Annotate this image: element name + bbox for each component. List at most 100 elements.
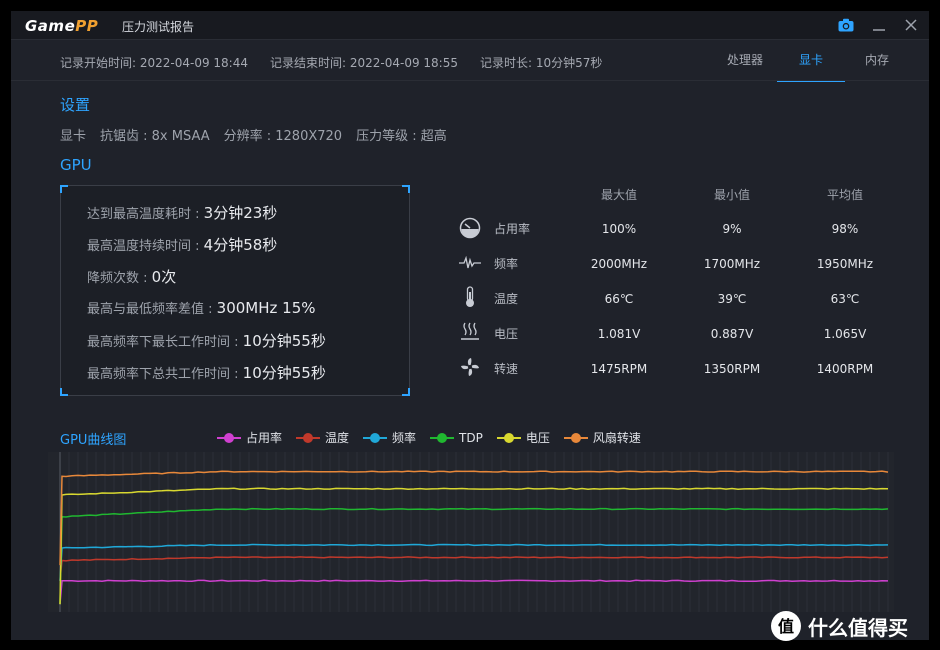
frequency-wave-icon [458,251,482,275]
setting-antialiasing: 抗锯齿 : 8x MSAA [100,129,210,144]
gamepp-logo: GamePP [25,17,98,35]
legend-label: 频率 [392,431,417,445]
header-max: 最大值 [600,188,637,202]
frequency-max: 2000MHz [590,257,648,271]
usage-min: 9% [722,222,742,236]
legend-label: 占用率 [246,431,283,445]
stat-value: 3分钟23秒 [203,204,278,222]
gpu-curve-chart [48,452,894,612]
header-divider [11,80,929,81]
watermark-logo-icon: 值 [771,611,801,641]
fan-speed-min: 1350RPM [703,362,761,376]
legend-marker [430,432,455,444]
window-title: 压力测试报告 [122,20,195,34]
legend-marker [496,432,521,444]
setting-resolution: 分辨率 : 1280X720 [223,129,343,144]
minimize-icon[interactable] [869,15,889,35]
stat-label: 降频次数 : [87,271,152,286]
legend-marker [563,432,588,444]
thermometer-icon [458,285,482,309]
stat-value: 300MHz 15% [216,299,316,317]
legend-marker [363,432,388,444]
legend-marker [296,432,321,444]
tab-memory[interactable]: 内存 [843,51,911,82]
setting-gpu: 显卡 [60,129,87,144]
legend-label: TDP [459,430,483,445]
legend-marker [217,432,241,444]
fan-icon [458,355,482,379]
stat-value: 10分钟55秒 [242,332,326,350]
frequency-avg: 1950MHz [816,257,874,271]
stat-label: 达到最高温度耗时 : [87,207,204,222]
metric-label-voltage: 电压 [494,327,519,341]
screenshot-camera-icon[interactable] [836,15,856,35]
metric-label-temperature: 温度 [494,292,519,306]
setting-stress-level: 压力等级 : 超高 [356,129,447,144]
box-corner [402,388,410,396]
stat-time-to-max-temp: 达到最高温度耗时 : 3分钟23秒 [87,202,277,223]
box-corner [402,185,410,193]
stat-label: 最高频率下最长工作时间 : [87,335,243,350]
box-corner [60,185,68,193]
chart-plot-area [48,452,894,612]
logo-part-1: Game [25,17,76,35]
watermark-text: 什么值得买 [808,615,908,640]
header-min: 最小值 [713,188,750,202]
header-avg: 平均值 [826,188,863,202]
stat-throttle-count: 降频次数 : 0次 [87,266,176,287]
voltage-max: 1.081V [597,327,641,341]
chart-legend: 占用率 温度 频率 TDP 电压 风扇转速 [217,429,641,446]
fan-speed-max: 1475RPM [590,362,648,376]
legend-item-tdp[interactable]: TDP [430,429,483,446]
settings-row: 显卡 抗锯齿 : 8x MSAA 分辨率 : 1280X720 压力等级 : 超… [60,125,447,144]
voltage-heat-icon [458,320,482,344]
watermark: 值 什么值得买 [770,610,908,642]
title-bar: GamePP 压力测试报告 [11,11,929,40]
chart-title: GPU曲线图 [60,433,127,448]
record-duration: 记录时长: 10分钟57秒 [480,56,603,70]
voltage-avg: 1.065V [823,327,867,341]
temperature-min: 39℃ [717,292,747,306]
tab-gpu[interactable]: 显卡 [777,51,845,82]
logo-part-2: PP [75,17,99,35]
close-icon[interactable] [901,15,921,35]
legend-item-temperature[interactable]: 温度 [296,429,349,446]
gpu-stats-box: 达到最高温度耗时 : 3分钟23秒 最高温度持续时间 : 4分钟58秒 降频次数… [60,185,410,396]
watermark-logo-glyph: 值 [778,617,794,636]
report-window: GamePP 压力测试报告 记录开始时间: 2022-04-09 18:44 记… [11,11,929,640]
legend-item-voltage[interactable]: 电压 [496,429,550,446]
record-start-time: 记录开始时间: 2022-04-09 18:44 [60,56,248,70]
legend-label: 温度 [325,431,350,445]
record-end-time: 记录结束时间: 2022-04-09 18:55 [270,56,458,70]
usage-max: 100% [601,222,637,236]
usage-avg: 98% [831,222,859,236]
temperature-avg: 63℃ [830,292,860,306]
metric-label-usage: 占用率 [494,222,531,236]
stat-total-max-freq: 最高频率下总共工作时间 : 10分钟55秒 [87,362,326,383]
metric-label-frequency: 频率 [494,257,519,271]
box-corner [60,388,68,396]
frequency-min: 1700MHz [703,257,761,271]
stat-value: 0次 [151,268,177,286]
record-info: 记录开始时间: 2022-04-09 18:44 记录结束时间: 2022-04… [60,54,602,71]
stat-label: 最高频率下总共工作时间 : [87,367,243,382]
legend-item-fan-speed[interactable]: 风扇转速 [563,429,641,446]
stat-freq-diff: 最高与最低频率差值 : 300MHz 15% [87,298,316,317]
voltage-min: 0.887V [710,327,754,341]
legend-label: 风扇转速 [592,431,641,445]
temperature-max: 66℃ [604,292,634,306]
stat-value: 10分钟55秒 [242,364,326,382]
legend-item-usage[interactable]: 占用率 [217,429,282,446]
legend-item-frequency[interactable]: 频率 [363,429,416,446]
fan-speed-avg: 1400RPM [816,362,874,376]
usage-gauge-icon [458,216,482,240]
stat-longest-max-freq: 最高频率下最长工作时间 : 10分钟55秒 [87,330,326,351]
settings-title: 设置 [60,96,91,114]
gpu-section-title: GPU [60,156,92,174]
stat-value: 4分钟58秒 [203,236,278,254]
tab-bar: 处理器 显卡 内存 [711,51,909,82]
stat-label: 最高与最低频率差值 : [87,302,217,317]
stat-label: 最高温度持续时间 : [87,239,204,254]
tab-cpu[interactable]: 处理器 [711,51,779,82]
metric-label-fan-speed: 转速 [494,362,519,376]
